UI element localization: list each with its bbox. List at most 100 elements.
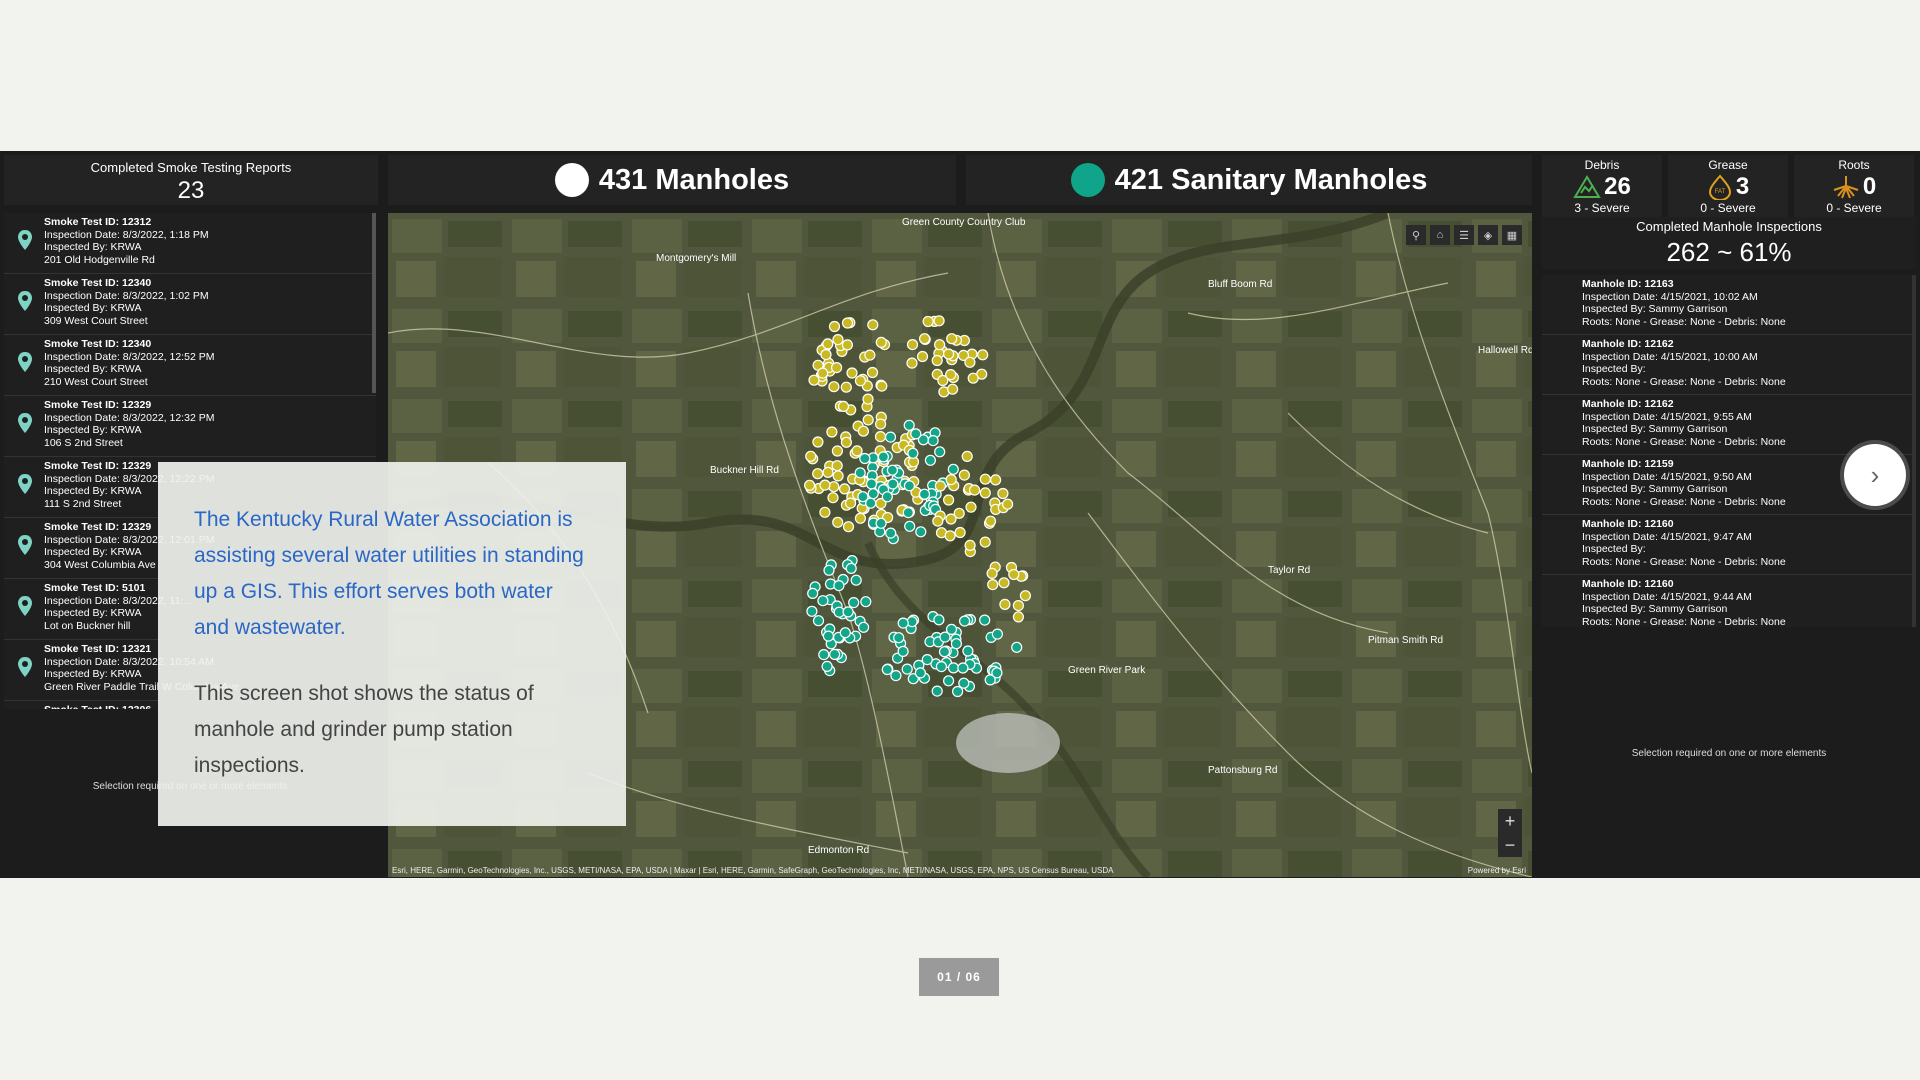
manhole-point[interactable]	[1019, 590, 1032, 602]
manhole-point[interactable]	[897, 617, 909, 629]
manhole-point[interactable]	[1012, 611, 1025, 623]
manhole-point[interactable]	[827, 492, 839, 504]
manhole-point[interactable]	[840, 381, 852, 393]
manhole-point[interactable]	[832, 333, 844, 346]
manhole-point[interactable]	[866, 366, 879, 379]
manhole-point[interactable]	[867, 488, 879, 500]
manhole-point[interactable]	[915, 526, 927, 538]
manhole-point[interactable]	[877, 451, 889, 463]
manhole-point[interactable]	[858, 621, 870, 633]
manhole-point[interactable]	[903, 480, 916, 492]
manhole-point[interactable]	[851, 445, 863, 457]
manhole-point[interactable]	[850, 574, 862, 586]
manhole-point[interactable]	[979, 614, 991, 626]
manhole-point[interactable]	[833, 580, 845, 592]
manhole-point[interactable]	[944, 530, 956, 542]
manhole-point[interactable]	[817, 595, 829, 607]
manhole-point[interactable]	[1008, 568, 1020, 581]
manhole-point[interactable]	[884, 431, 897, 443]
manhole-point[interactable]	[828, 320, 841, 333]
manhole-point[interactable]	[881, 491, 893, 503]
manhole-point[interactable]	[842, 606, 854, 618]
manhole-point[interactable]	[947, 662, 960, 674]
manhole-point[interactable]	[951, 685, 964, 698]
manhole-point[interactable]	[934, 446, 946, 458]
next-slide-button[interactable]: ›	[1844, 444, 1906, 506]
manhole-point[interactable]	[918, 333, 931, 345]
manhole-point[interactable]	[860, 596, 872, 608]
manhole-point[interactable]	[887, 478, 899, 490]
manhole-point[interactable]	[806, 605, 818, 617]
manhole-point[interactable]	[979, 487, 991, 499]
manhole-point[interactable]	[821, 660, 833, 672]
manhole-point[interactable]	[867, 319, 879, 331]
manhole-point[interactable]	[918, 488, 931, 500]
manhole-point[interactable]	[907, 447, 919, 459]
manhole-point[interactable]	[979, 536, 991, 548]
manhole-point[interactable]	[916, 350, 929, 363]
manhole-point[interactable]	[914, 667, 927, 679]
manhole-inspection-item[interactable]: Manhole ID: 12163 Inspection Date: 4/15/2…	[1542, 275, 1912, 335]
manhole-point[interactable]	[840, 436, 852, 448]
manhole-point[interactable]	[865, 478, 878, 490]
manhole-point[interactable]	[812, 436, 824, 448]
manhole-point[interactable]	[991, 667, 1003, 679]
manhole-point[interactable]	[961, 450, 973, 462]
manhole-point[interactable]	[942, 675, 955, 687]
manhole-point[interactable]	[933, 315, 945, 327]
manhole-point[interactable]	[906, 339, 919, 351]
manhole-point[interactable]	[984, 515, 997, 527]
manhole-point[interactable]	[921, 654, 933, 666]
manhole-point[interactable]	[934, 480, 947, 492]
manhole-point[interactable]	[819, 506, 831, 518]
zoom-out-button[interactable]: −	[1498, 833, 1522, 857]
manhole-point[interactable]	[831, 445, 843, 457]
manhole-point[interactable]	[864, 349, 876, 361]
manhole-point[interactable]	[854, 467, 866, 479]
search-icon[interactable]: ⚲	[1406, 225, 1426, 245]
manhole-point[interactable]	[1001, 498, 1014, 510]
manhole-point[interactable]	[935, 661, 948, 673]
left-list-scrollbar[interactable]	[372, 213, 376, 393]
manhole-point[interactable]	[965, 501, 977, 513]
manhole-point[interactable]	[826, 426, 838, 438]
manhole-point[interactable]	[839, 627, 851, 639]
manhole-point[interactable]	[822, 630, 834, 642]
layers-icon[interactable]: ◈	[1478, 225, 1498, 245]
smoke-test-item[interactable]: Smoke Test ID: 12340 Inspection Date: 8/3…	[4, 274, 376, 335]
manhole-point[interactable]	[820, 349, 832, 361]
manhole-point[interactable]	[841, 317, 854, 329]
manhole-inspection-item[interactable]: Manhole ID: 12162 Inspection Date: 4/15/2…	[1542, 335, 1912, 395]
manhole-point[interactable]	[924, 454, 937, 466]
powered-by-esri[interactable]: Powered by Esri	[1468, 866, 1526, 875]
manhole-point[interactable]	[875, 336, 887, 348]
manhole-point[interactable]	[854, 512, 866, 524]
manhole-point[interactable]	[967, 372, 979, 384]
manhole-point[interactable]	[805, 450, 817, 462]
manhole-point[interactable]	[922, 315, 934, 328]
manhole-point[interactable]	[950, 638, 963, 650]
manhole-point[interactable]	[964, 356, 976, 368]
manhole-point[interactable]	[875, 517, 887, 529]
manhole-point[interactable]	[958, 615, 971, 627]
manhole-point[interactable]	[857, 425, 869, 437]
manhole-point[interactable]	[807, 587, 819, 599]
manhole-point[interactable]	[903, 419, 915, 431]
manhole-point[interactable]	[841, 339, 853, 351]
manhole-point[interactable]	[859, 452, 871, 465]
manhole-point[interactable]	[831, 362, 843, 374]
manhole-point[interactable]	[932, 515, 944, 527]
manhole-point[interactable]	[945, 623, 958, 635]
manhole-point[interactable]	[954, 526, 966, 539]
home-icon[interactable]: ⌂	[1430, 225, 1450, 245]
manhole-point[interactable]	[874, 431, 887, 443]
manhole-point[interactable]	[999, 598, 1011, 610]
manhole-point[interactable]	[848, 597, 860, 609]
manhole-point[interactable]	[987, 579, 999, 591]
basemap-icon[interactable]: ▦	[1502, 225, 1522, 245]
manhole-inspection-item[interactable]: Manhole ID: 12162 Inspection Date: 4/15/2…	[1542, 395, 1912, 455]
right-list-scrollbar[interactable]	[1912, 275, 1916, 627]
manhole-point[interactable]	[997, 487, 1009, 500]
manhole-point[interactable]	[931, 354, 943, 367]
manhole-point[interactable]	[953, 507, 965, 519]
